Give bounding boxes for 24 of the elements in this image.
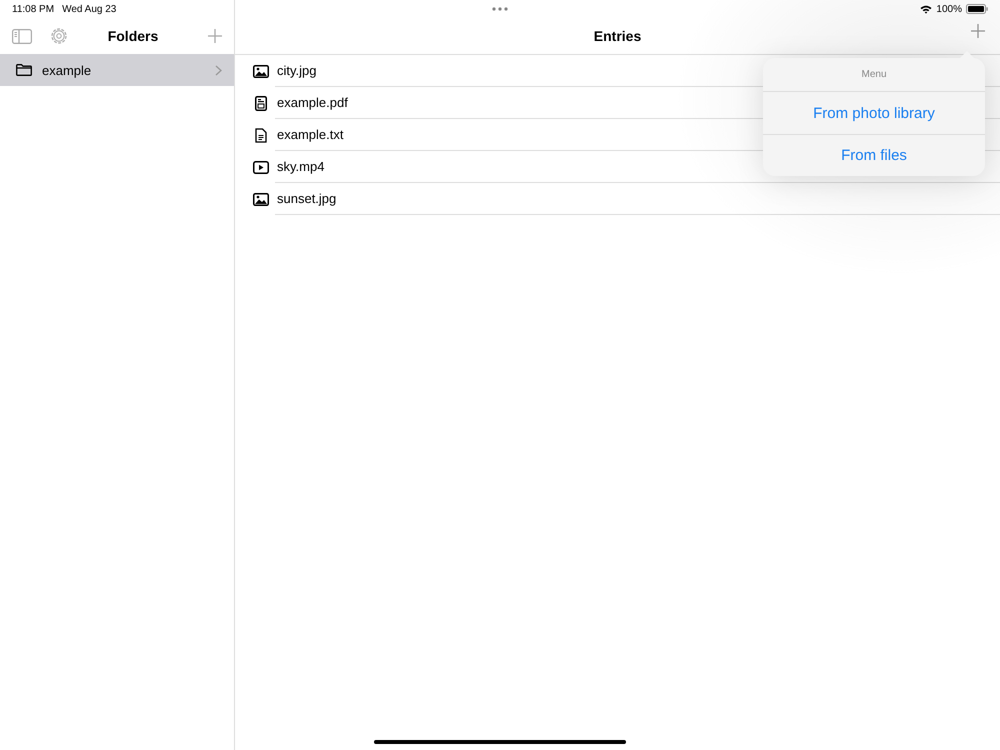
image-icon xyxy=(253,64,269,78)
entries-title: Entries xyxy=(594,28,642,44)
sidebar-toggle-icon[interactable] xyxy=(12,28,32,44)
image-icon xyxy=(253,192,269,206)
menu-item[interactable]: From files xyxy=(763,134,985,176)
status-time: 11:08 PM xyxy=(12,4,54,14)
wifi-icon xyxy=(920,4,932,14)
folder-row[interactable]: example xyxy=(0,54,234,86)
sidebar-title: Folders xyxy=(106,28,160,44)
text-file-icon xyxy=(255,128,267,142)
document-icon xyxy=(255,96,267,110)
status-date: Wed Aug 23 xyxy=(62,4,116,14)
add-icon[interactable] xyxy=(208,29,222,43)
settings-icon[interactable] xyxy=(50,27,68,45)
more-dots-icon[interactable] xyxy=(492,7,508,11)
menu-title: Menu xyxy=(861,69,886,80)
folder-icon xyxy=(16,64,32,76)
battery-percent: 100% xyxy=(936,4,962,14)
file-name[interactable]: sunset.jpg xyxy=(275,183,1000,215)
folder-name: example xyxy=(42,62,92,78)
add-button[interactable] xyxy=(971,24,985,38)
battery-icon xyxy=(966,4,988,14)
play-icon xyxy=(253,160,269,174)
chevron-icon xyxy=(215,64,222,76)
